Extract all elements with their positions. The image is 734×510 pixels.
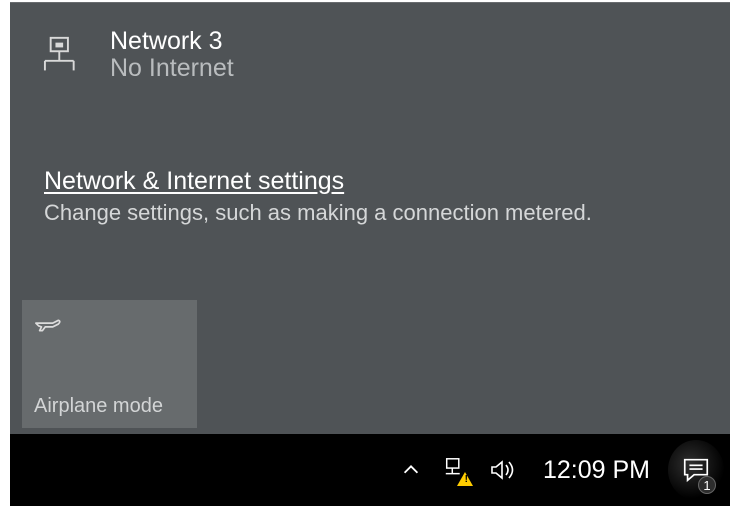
network-name: Network 3 <box>110 27 234 56</box>
network-settings-description: Change settings, such as making a connec… <box>44 200 696 226</box>
action-center-button[interactable]: 1 <box>668 440 724 500</box>
network-status: No Internet <box>110 54 234 83</box>
settings-block: Network & Internet settings Change setti… <box>10 167 730 226</box>
tray-icons: ! <box>397 456 517 484</box>
quick-action-tiles: Airplane mode <box>10 300 207 434</box>
ethernet-icon <box>40 31 92 83</box>
airplane-mode-label: Airplane mode <box>34 395 185 418</box>
notification-count-badge: 1 <box>698 476 716 494</box>
taskbar: ! 12:09 PM 1 <box>10 434 730 506</box>
network-tray-icon[interactable]: ! <box>443 456 471 484</box>
tray-overflow-button[interactable] <box>397 456 425 484</box>
warning-exclamation: ! <box>465 474 468 485</box>
taskbar-clock[interactable]: 12:09 PM <box>529 456 664 485</box>
volume-tray-icon[interactable] <box>489 456 517 484</box>
network-flyout: Network 3 No Internet Network & Internet… <box>10 2 730 434</box>
airplane-icon <box>34 310 66 342</box>
network-text: Network 3 No Internet <box>110 27 234 83</box>
network-settings-link[interactable]: Network & Internet settings <box>44 167 696 196</box>
current-network-item[interactable]: Network 3 No Internet <box>10 3 730 91</box>
airplane-mode-tile[interactable]: Airplane mode <box>22 300 197 428</box>
